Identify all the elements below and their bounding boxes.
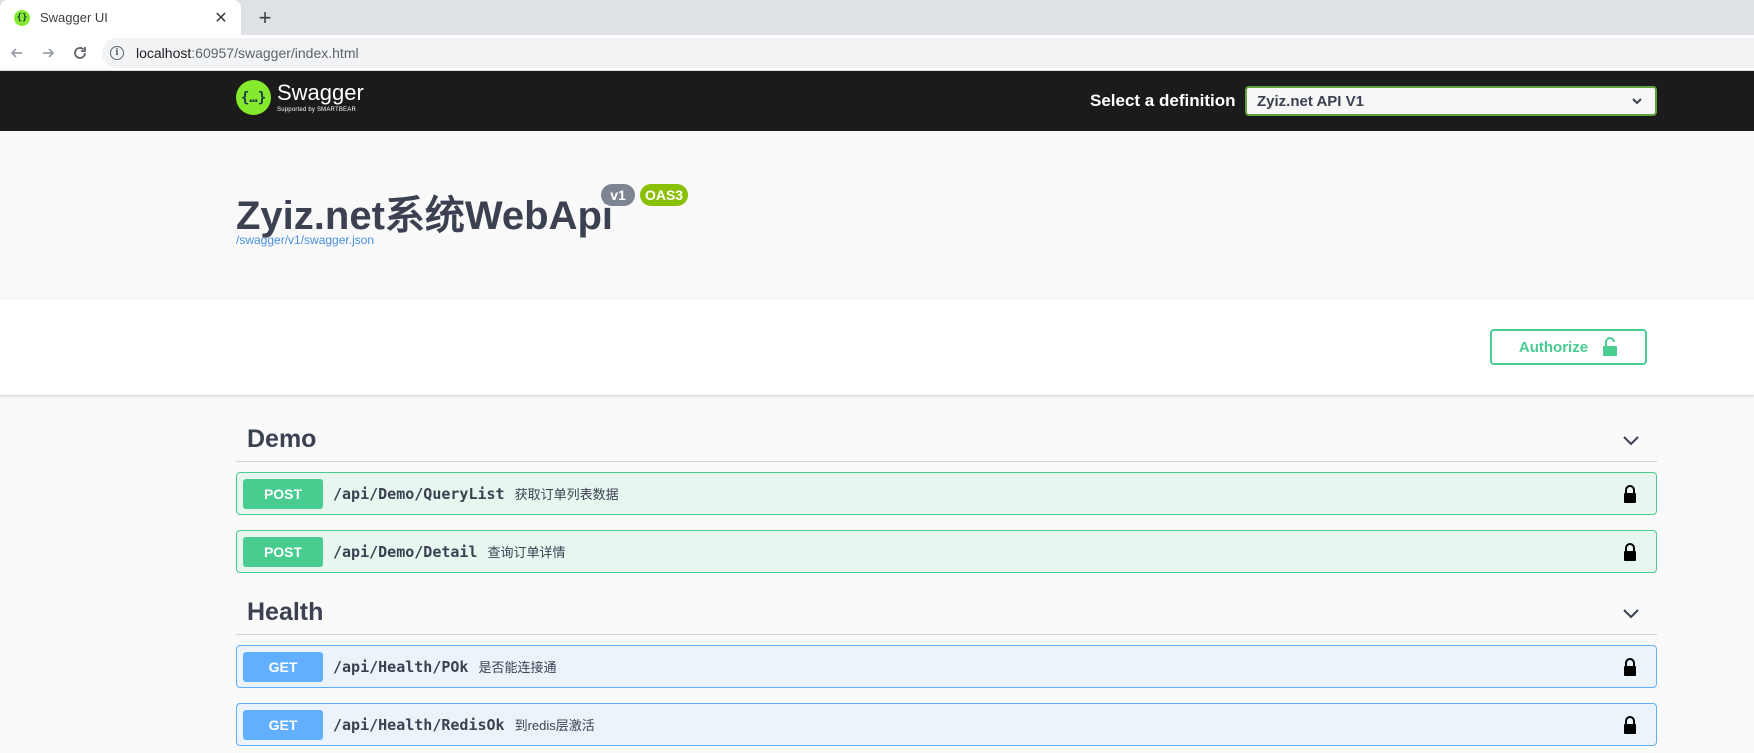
operation-get-redisok[interactable]: GET /api/Health/RedisOk 到redis层激活 <box>236 703 1657 746</box>
reload-button[interactable] <box>67 40 93 66</box>
arrow-left-icon <box>10 48 22 58</box>
version-badge: v1 <box>601 184 635 206</box>
swagger-logo-icon: {…} <box>236 80 271 115</box>
spec-link[interactable]: /swagger/v1/swagger.json <box>236 233 374 247</box>
chevron-down-icon[interactable] <box>1619 601 1643 625</box>
browser-toolbar: i localhost:60957/swagger/index.html <box>0 35 1754 71</box>
browser-tab[interactable]: {} Swagger UI ✕ <box>0 0 241 35</box>
authorize-button[interactable]: Authorize <box>1490 329 1647 365</box>
tab-title: Swagger UI <box>40 10 108 25</box>
method-badge: POST <box>243 478 323 509</box>
operation-path: /api/Demo/Detail <box>333 542 478 561</box>
operation-summary: 查询订单详情 <box>487 545 566 560</box>
operation-path: /api/Health/RedisOk <box>333 715 505 734</box>
operation-path: /api/Demo/QueryList <box>333 484 505 503</box>
operation-summary: 获取订单列表数据 <box>514 487 619 502</box>
forward-button[interactable] <box>35 40 61 66</box>
swagger-brand: Swagger <box>277 80 364 105</box>
site-info-icon[interactable]: i <box>110 46 124 60</box>
swagger-brand-sub: Supported by SMARTBEAR <box>277 107 356 113</box>
operation-summary: 到redis层激活 <box>514 718 595 733</box>
close-tab-icon[interactable]: ✕ <box>211 8 231 28</box>
swagger-favicon-icon: {} <box>14 9 30 26</box>
authorize-label: Authorize <box>1518 338 1589 356</box>
method-badge: POST <box>243 536 323 567</box>
lock-icon[interactable] <box>1620 715 1640 735</box>
operation-post-detail[interactable]: POST /api/Demo/Detail 查询订单详情 <box>236 530 1657 573</box>
operation-get-pok[interactable]: GET /api/Health/POk 是否能连接通 <box>236 645 1657 688</box>
method-badge: GET <box>243 651 323 682</box>
swagger-logo[interactable]: {…} Swagger Supported by SMARTBEAR <box>236 80 364 115</box>
unlock-icon <box>1603 337 1618 356</box>
new-tab-button[interactable]: + <box>252 5 278 31</box>
scheme-container: Authorize <box>0 300 1754 396</box>
lock-icon[interactable] <box>1620 484 1640 504</box>
back-button[interactable] <box>4 40 30 66</box>
lock-icon[interactable] <box>1620 542 1640 562</box>
definition-label: Select a definition <box>1090 91 1236 110</box>
section-title: Health <box>247 598 324 626</box>
operation-path: /api/Health/POk <box>333 657 469 676</box>
api-info: Zyiz.net系统WebApi v1 OAS3 /swagger/v1/swa… <box>0 131 1754 300</box>
operation-summary: 是否能连接通 <box>478 660 557 675</box>
method-badge: GET <box>243 709 323 740</box>
operation-post-querylist[interactable]: POST /api/Demo/QueryList 获取订单列表数据 <box>236 472 1657 515</box>
section-demo[interactable]: Demo <box>236 418 1657 462</box>
url-text: localhost:60957/swagger/index.html <box>136 45 359 61</box>
chevron-down-icon <box>1632 98 1642 105</box>
reload-icon <box>74 47 86 59</box>
arrow-right-icon <box>43 48 55 58</box>
section-health[interactable]: Health <box>236 591 1657 635</box>
browser-tab-bar: {} Swagger UI ✕ + <box>0 0 1754 35</box>
address-bar[interactable]: i localhost:60957/swagger/index.html <box>102 38 1754 68</box>
swagger-topbar: {…} Swagger Supported by SMARTBEAR Selec… <box>0 71 1754 131</box>
oas-badge: OAS3 <box>640 184 688 206</box>
definition-select[interactable]: Zyiz.net API V1 <box>1245 86 1657 116</box>
section-title: Demo <box>247 425 317 453</box>
lock-icon[interactable] <box>1620 657 1640 677</box>
definition-value: Zyiz.net API V1 <box>1257 92 1364 110</box>
chevron-down-icon[interactable] <box>1619 428 1643 452</box>
